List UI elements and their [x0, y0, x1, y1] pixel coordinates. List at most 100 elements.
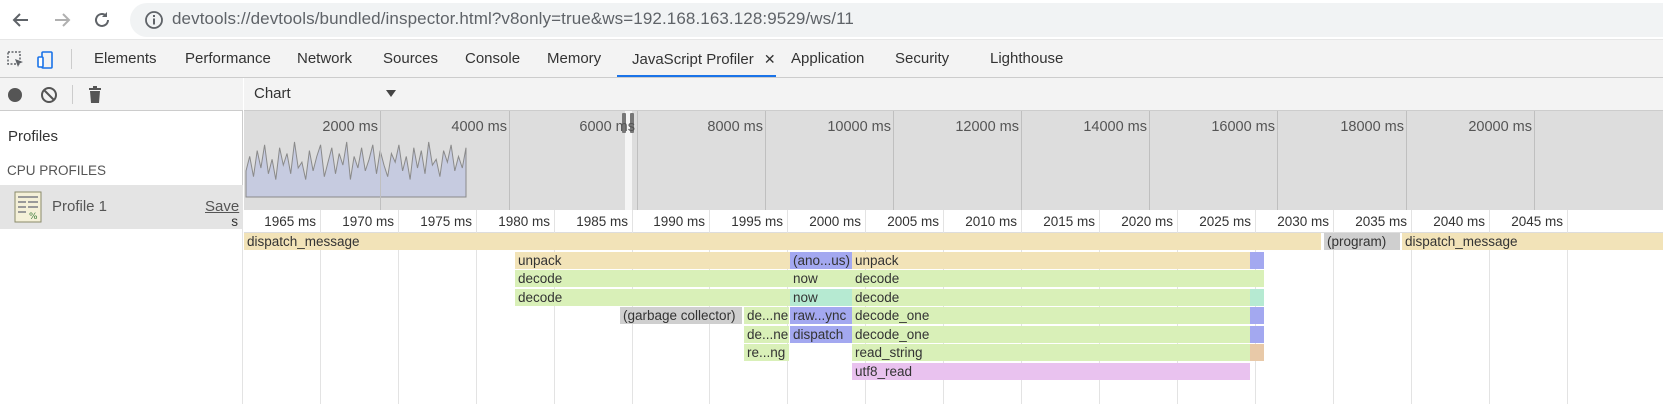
flame-time-label: 2035 ms	[1355, 214, 1407, 229]
flame-bar[interactable]: (ano...us)	[790, 251, 852, 269]
back-button[interactable]	[9, 8, 33, 32]
tab-console[interactable]: Console	[465, 40, 520, 78]
close-tab-icon[interactable]: ✕	[764, 51, 776, 67]
view-toolbar: Chart	[244, 78, 1663, 111]
tab-security[interactable]: Security	[895, 40, 949, 78]
profile-sheet-icon: %	[14, 191, 42, 223]
flame-chart[interactable]: s 1965 ms 1970 ms 1975 ms 1980 ms 1985 ms 1990…	[231, 210, 1663, 404]
tab-network[interactable]: Network	[297, 40, 352, 78]
flame-grid-line	[242, 210, 243, 404]
flame-time-label: 2025 ms	[1199, 214, 1251, 229]
overview-time-label: 6000 ms	[579, 119, 635, 135]
arrow-right-icon	[55, 13, 71, 27]
tab-lighthouse[interactable]: Lighthouse	[990, 40, 1063, 78]
forward-button[interactable]	[50, 8, 74, 32]
flame-time-label: 2030 ms	[1277, 214, 1329, 229]
flame-bar[interactable]: re...ng	[744, 344, 789, 361]
profiles-sidebar: Profiles CPU PROFILES % Profile 1 Save	[0, 78, 243, 404]
profiler-toolbar	[0, 78, 243, 111]
flame-bar[interactable]: decode	[852, 288, 1250, 306]
flame-time-label: 2005 ms	[887, 214, 939, 229]
devtools-tab-bar: Elements Performance Network Sources Con…	[0, 40, 1663, 78]
tab-sources[interactable]: Sources	[383, 40, 438, 78]
info-icon[interactable]	[144, 10, 164, 30]
flame-time-label: 1965 ms	[264, 214, 316, 229]
overview-time-label: 14000 ms	[1083, 119, 1147, 135]
flame-bar[interactable]: (garbage collector)	[620, 307, 742, 324]
tab-performance[interactable]: Performance	[185, 40, 271, 78]
flame-time-label: s	[231, 214, 238, 229]
flame-bar[interactable]	[1250, 251, 1264, 269]
profiles-title: Profiles	[8, 128, 59, 145]
flame-time-label: 2045 ms	[1511, 214, 1563, 229]
flame-time-label: 2000 ms	[809, 214, 861, 229]
flame-bar[interactable]	[1250, 288, 1264, 306]
flame-bar[interactable]: de...ne	[744, 307, 789, 324]
svg-text:%: %	[29, 212, 38, 222]
flame-bar[interactable]: decode_one	[852, 325, 1250, 343]
flame-bar[interactable]: unpack	[852, 251, 1250, 269]
browser-toolbar: devtools://devtools/bundled/inspector.ht…	[0, 0, 1663, 40]
overview-time-label: 18000 ms	[1340, 119, 1404, 135]
profile-view: Chart 2000 ms 4000 ms 6000 ms 8000 ms 10000 …	[231, 78, 1663, 404]
save-profile-link[interactable]: Save	[205, 198, 239, 215]
reload-button[interactable]	[90, 8, 114, 32]
arrow-left-icon	[12, 13, 28, 27]
tab-javascript-profiler-label: JavaScript Profiler	[632, 51, 754, 68]
flame-time-label: 2010 ms	[965, 214, 1017, 229]
record-icon[interactable]	[6, 86, 24, 104]
flame-bar[interactable]: now	[790, 288, 852, 306]
flame-bar[interactable]: de...ne	[744, 325, 789, 343]
flame-bar[interactable]: utf8_read	[852, 362, 1250, 380]
flame-time-label: 1995 ms	[731, 214, 783, 229]
overview-time-label: 20000 ms	[1468, 119, 1532, 135]
flame-bar[interactable]: decode	[852, 270, 1250, 287]
flame-time-label: 1975 ms	[420, 214, 472, 229]
flame-bar[interactable]	[1250, 344, 1264, 361]
chevron-down-icon[interactable]	[386, 90, 396, 97]
flame-time-label: 1980 ms	[498, 214, 550, 229]
flame-bar[interactable]	[1250, 325, 1264, 343]
overview-time-label: 8000 ms	[707, 119, 763, 135]
inspect-element-icon[interactable]	[6, 50, 26, 70]
flame-time-label: 1990 ms	[653, 214, 705, 229]
active-tab-indicator	[617, 75, 776, 77]
tab-javascript-profiler[interactable]: JavaScript Profiler ✕	[632, 40, 776, 78]
flame-time-label: 2020 ms	[1121, 214, 1173, 229]
profile-name[interactable]: Profile 1	[52, 198, 107, 215]
flame-bar[interactable]	[1250, 270, 1264, 287]
flame-bar[interactable]: decode_one	[852, 307, 1250, 324]
flame-bar[interactable]: (program)	[1324, 233, 1400, 250]
flame-time-label: 2015 ms	[1043, 214, 1095, 229]
overview-time-label: 2000 ms	[322, 119, 378, 135]
overview-time-label: 16000 ms	[1211, 119, 1275, 135]
flame-bar[interactable]: read_string	[852, 344, 1250, 361]
view-mode-select[interactable]: Chart	[254, 85, 291, 102]
tab-elements[interactable]: Elements	[94, 40, 157, 78]
overview-time-label: 12000 ms	[955, 119, 1019, 135]
timeline-overview[interactable]: 2000 ms 4000 ms 6000 ms 8000 ms 10000 ms 1200…	[244, 111, 1663, 210]
trash-icon[interactable]	[86, 85, 104, 104]
flame-time-label: 1985 ms	[576, 214, 628, 229]
flame-time-label: 1970 ms	[342, 214, 394, 229]
flame-bar[interactable]: raw...ync	[790, 307, 852, 324]
flame-bar[interactable]	[1250, 307, 1264, 324]
clear-icon[interactable]	[40, 86, 58, 104]
device-toolbar-icon[interactable]	[36, 50, 56, 70]
tab-memory[interactable]: Memory	[547, 40, 601, 78]
flame-time-label: 2040 ms	[1433, 214, 1485, 229]
tab-application[interactable]: Application	[791, 40, 864, 78]
flame-bar[interactable]: dispatch_message	[244, 233, 1321, 250]
overview-time-label: 4000 ms	[451, 119, 507, 135]
cpu-activity-area	[245, 141, 467, 198]
flame-bar[interactable]: now	[790, 270, 852, 287]
flame-bar[interactable]: dispatch	[790, 325, 852, 343]
overview-time-label: 10000 ms	[827, 119, 891, 135]
reload-icon	[95, 12, 109, 27]
toolbar-divider	[72, 85, 73, 104]
cpu-profiles-header: CPU PROFILES	[7, 163, 107, 178]
toolbar-divider	[71, 49, 72, 69]
flame-bar[interactable]: dispatch_message	[1402, 233, 1663, 250]
overview-grid-line	[1534, 111, 1535, 210]
url-text[interactable]: devtools://devtools/bundled/inspector.ht…	[172, 9, 854, 29]
